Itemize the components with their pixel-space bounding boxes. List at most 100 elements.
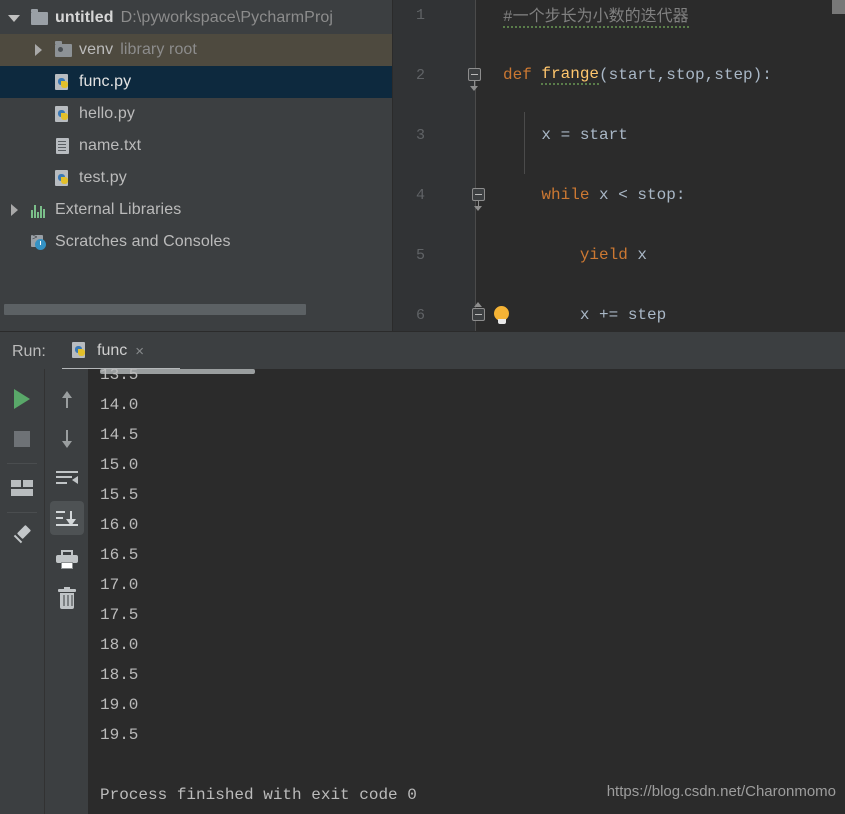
project-tree[interactable]: untitled D:\pyworkspace\PycharmProj venv… <box>0 0 392 258</box>
code-token: #一个步长为小数的迭代器 <box>503 2 689 28</box>
console-line: 19.0 <box>100 696 139 714</box>
folder-icon <box>30 9 50 27</box>
code-token: x = start <box>503 126 628 144</box>
fold-collapse-icon[interactable] <box>471 180 489 211</box>
arrow-up-icon <box>59 389 75 409</box>
code-editor[interactable]: 1 #一个步长为小数的迭代器 2 def frange (start,stop,s… <box>393 0 845 331</box>
editor-line[interactable]: 2 def frange (start,stop,step): <box>393 60 845 91</box>
editor-line[interactable]: 4 while x < stop: <box>393 180 845 211</box>
project-hscrollbar-thumb[interactable] <box>4 304 306 315</box>
run-body: 13.5 14.0 14.5 15.0 15.5 16.0 16.5 17.0 … <box>0 369 845 814</box>
line-number: 2 <box>415 66 425 84</box>
tree-row-scratches-and-consoles[interactable]: Scratches and Consoles <box>0 226 392 258</box>
print-button[interactable] <box>45 539 89 579</box>
scroll-to-end-icon <box>56 510 78 528</box>
editor-line[interactable]: 5 yield x <box>393 240 845 270</box>
pycharm-window: untitled D:\pyworkspace\PycharmProj venv… <box>0 0 845 814</box>
project-tool-window[interactable]: untitled D:\pyworkspace\PycharmProj venv… <box>0 0 393 331</box>
tree-item-label: test.py <box>79 169 127 186</box>
editor-line[interactable]: 6 x += step <box>393 300 845 330</box>
layout-icon <box>11 479 33 497</box>
code-token: x <box>637 246 648 264</box>
stop-icon <box>14 431 30 447</box>
toolbar-divider <box>7 512 37 513</box>
libraries-icon <box>30 201 50 219</box>
chevron-down-icon[interactable] <box>6 10 22 26</box>
console-line: 17.0 <box>100 576 139 594</box>
run-left-toolbar <box>0 369 44 814</box>
editor-line[interactable]: 3 x = start <box>393 120 845 150</box>
project-hscrollbar-track[interactable] <box>0 304 392 323</box>
console-line: 14.0 <box>100 396 139 414</box>
console-line: 15.5 <box>100 486 139 504</box>
print-icon <box>56 549 78 569</box>
scroll-to-end-button[interactable] <box>45 499 89 539</box>
tree-item-label: Scratches and Consoles <box>55 233 231 250</box>
layout-button[interactable] <box>0 468 44 508</box>
code-token: def <box>503 66 542 84</box>
rerun-button[interactable] <box>0 379 44 419</box>
run-tool-window: Run: func × 13.5 14.0 14.5 15.0 15.5 16.… <box>0 331 845 814</box>
arrow-down-icon <box>59 429 75 449</box>
chevron-right-icon[interactable] <box>30 42 46 58</box>
python-file-icon <box>54 105 74 123</box>
line-number: 3 <box>415 126 425 144</box>
text-file-icon <box>54 137 74 155</box>
editor-line[interactable]: 1 #一个步长为小数的迭代器 <box>393 0 845 30</box>
console-line: 14.5 <box>100 426 139 444</box>
tree-item-label: func.py <box>79 73 132 90</box>
run-tab-func[interactable]: func × <box>72 338 144 364</box>
code-token: yield <box>579 246 638 264</box>
run-icon <box>14 389 30 409</box>
run-console-toolbar <box>44 369 88 814</box>
tree-row-venv[interactable]: venv library root <box>0 34 392 66</box>
tree-row-test-py[interactable]: test.py <box>0 162 392 194</box>
console-line: 18.0 <box>100 636 139 654</box>
venv-folder-icon <box>54 41 74 59</box>
trash-icon <box>58 587 76 609</box>
python-file-icon <box>72 342 92 360</box>
chevron-right-icon[interactable] <box>6 202 22 218</box>
tree-row-hello-py[interactable]: hello.py <box>0 98 392 130</box>
down-the-stack-button[interactable] <box>45 419 89 459</box>
toolbar-divider <box>7 463 37 464</box>
tree-row-func-py[interactable]: func.py <box>0 66 392 98</box>
line-number: 6 <box>415 306 425 324</box>
fold-end-icon[interactable] <box>471 300 489 330</box>
console-lines: 13.5 14.0 14.5 15.0 15.5 16.0 16.5 17.0 … <box>100 369 845 810</box>
console-line: 16.0 <box>100 516 139 534</box>
console-output[interactable]: 13.5 14.0 14.5 15.0 15.5 16.0 16.5 17.0 … <box>88 369 845 814</box>
code-token: x < stop: <box>599 186 686 204</box>
tree-item-label: hello.py <box>79 105 135 122</box>
tree-row-root[interactable]: untitled D:\pyworkspace\PycharmProj <box>0 2 392 34</box>
run-window-label: Run: <box>12 343 46 360</box>
console-line: 19.5 <box>100 726 139 744</box>
indent-guide <box>524 112 525 174</box>
code-token: frange <box>541 65 600 85</box>
tree-row-name-txt[interactable]: name.txt <box>0 130 392 162</box>
console-line: 17.5 <box>100 606 139 624</box>
console-line: 15.0 <box>100 456 139 474</box>
console-line: 16.5 <box>100 546 139 564</box>
pin-tab-button[interactable] <box>0 517 44 557</box>
tree-row-external-libraries[interactable]: External Libraries <box>0 194 392 226</box>
tree-item-annotation: library root <box>120 41 197 58</box>
code-token: while <box>541 186 600 204</box>
code-token: x += step <box>503 306 667 324</box>
up-the-stack-button[interactable] <box>45 379 89 419</box>
tree-item-label: External Libraries <box>55 201 182 218</box>
fold-collapse-icon[interactable] <box>467 60 485 91</box>
watermark: https://blog.csdn.net/Charonmomo <box>606 783 836 800</box>
run-tab-title: func <box>97 342 128 359</box>
clear-all-button[interactable] <box>45 579 89 619</box>
tree-item-label: venv <box>79 41 114 58</box>
line-number: 1 <box>415 6 425 24</box>
python-file-icon <box>54 169 74 187</box>
close-icon[interactable]: × <box>135 344 144 359</box>
soft-wrap-button[interactable] <box>45 459 89 499</box>
line-number: 5 <box>415 246 425 264</box>
python-file-icon <box>54 73 74 91</box>
stop-button[interactable] <box>0 419 44 459</box>
